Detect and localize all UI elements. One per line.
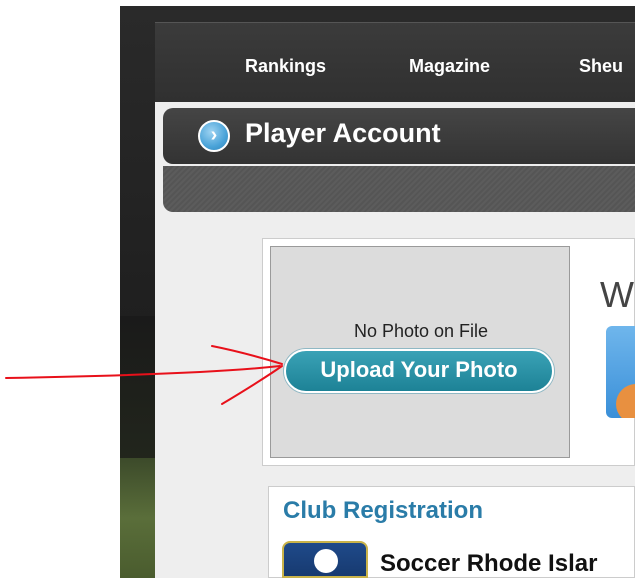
nav-item-sheu[interactable]: Sheu: [579, 56, 623, 77]
nav-item-rankings[interactable]: Rankings: [245, 56, 326, 77]
page-title: Player Account: [245, 118, 441, 148]
club-logo: [282, 541, 368, 578]
header-subbar: [163, 166, 635, 212]
top-navigation: Rankings Magazine Sheu: [155, 22, 635, 102]
club-registration-title[interactable]: Club Registration: [283, 497, 483, 525]
background-photo-field: [120, 458, 160, 578]
no-photo-label: No Photo on File: [353, 321, 489, 341]
background-photo-dark: [120, 316, 156, 466]
welcome-image-sun: [616, 384, 635, 418]
chevron-right-circle-icon: ›: [198, 120, 230, 152]
welcome-heading: W: [600, 274, 634, 315]
club-name[interactable]: Soccer Rhode Islar: [380, 550, 597, 578]
screenshot: Rankings Magazine Sheu › Player Account …: [0, 0, 635, 578]
soccer-ball-icon: [314, 549, 338, 573]
welcome-image: [606, 326, 635, 418]
nav-item-magazine[interactable]: Magazine: [409, 56, 490, 77]
upload-photo-button[interactable]: Upload Your Photo: [284, 349, 554, 393]
